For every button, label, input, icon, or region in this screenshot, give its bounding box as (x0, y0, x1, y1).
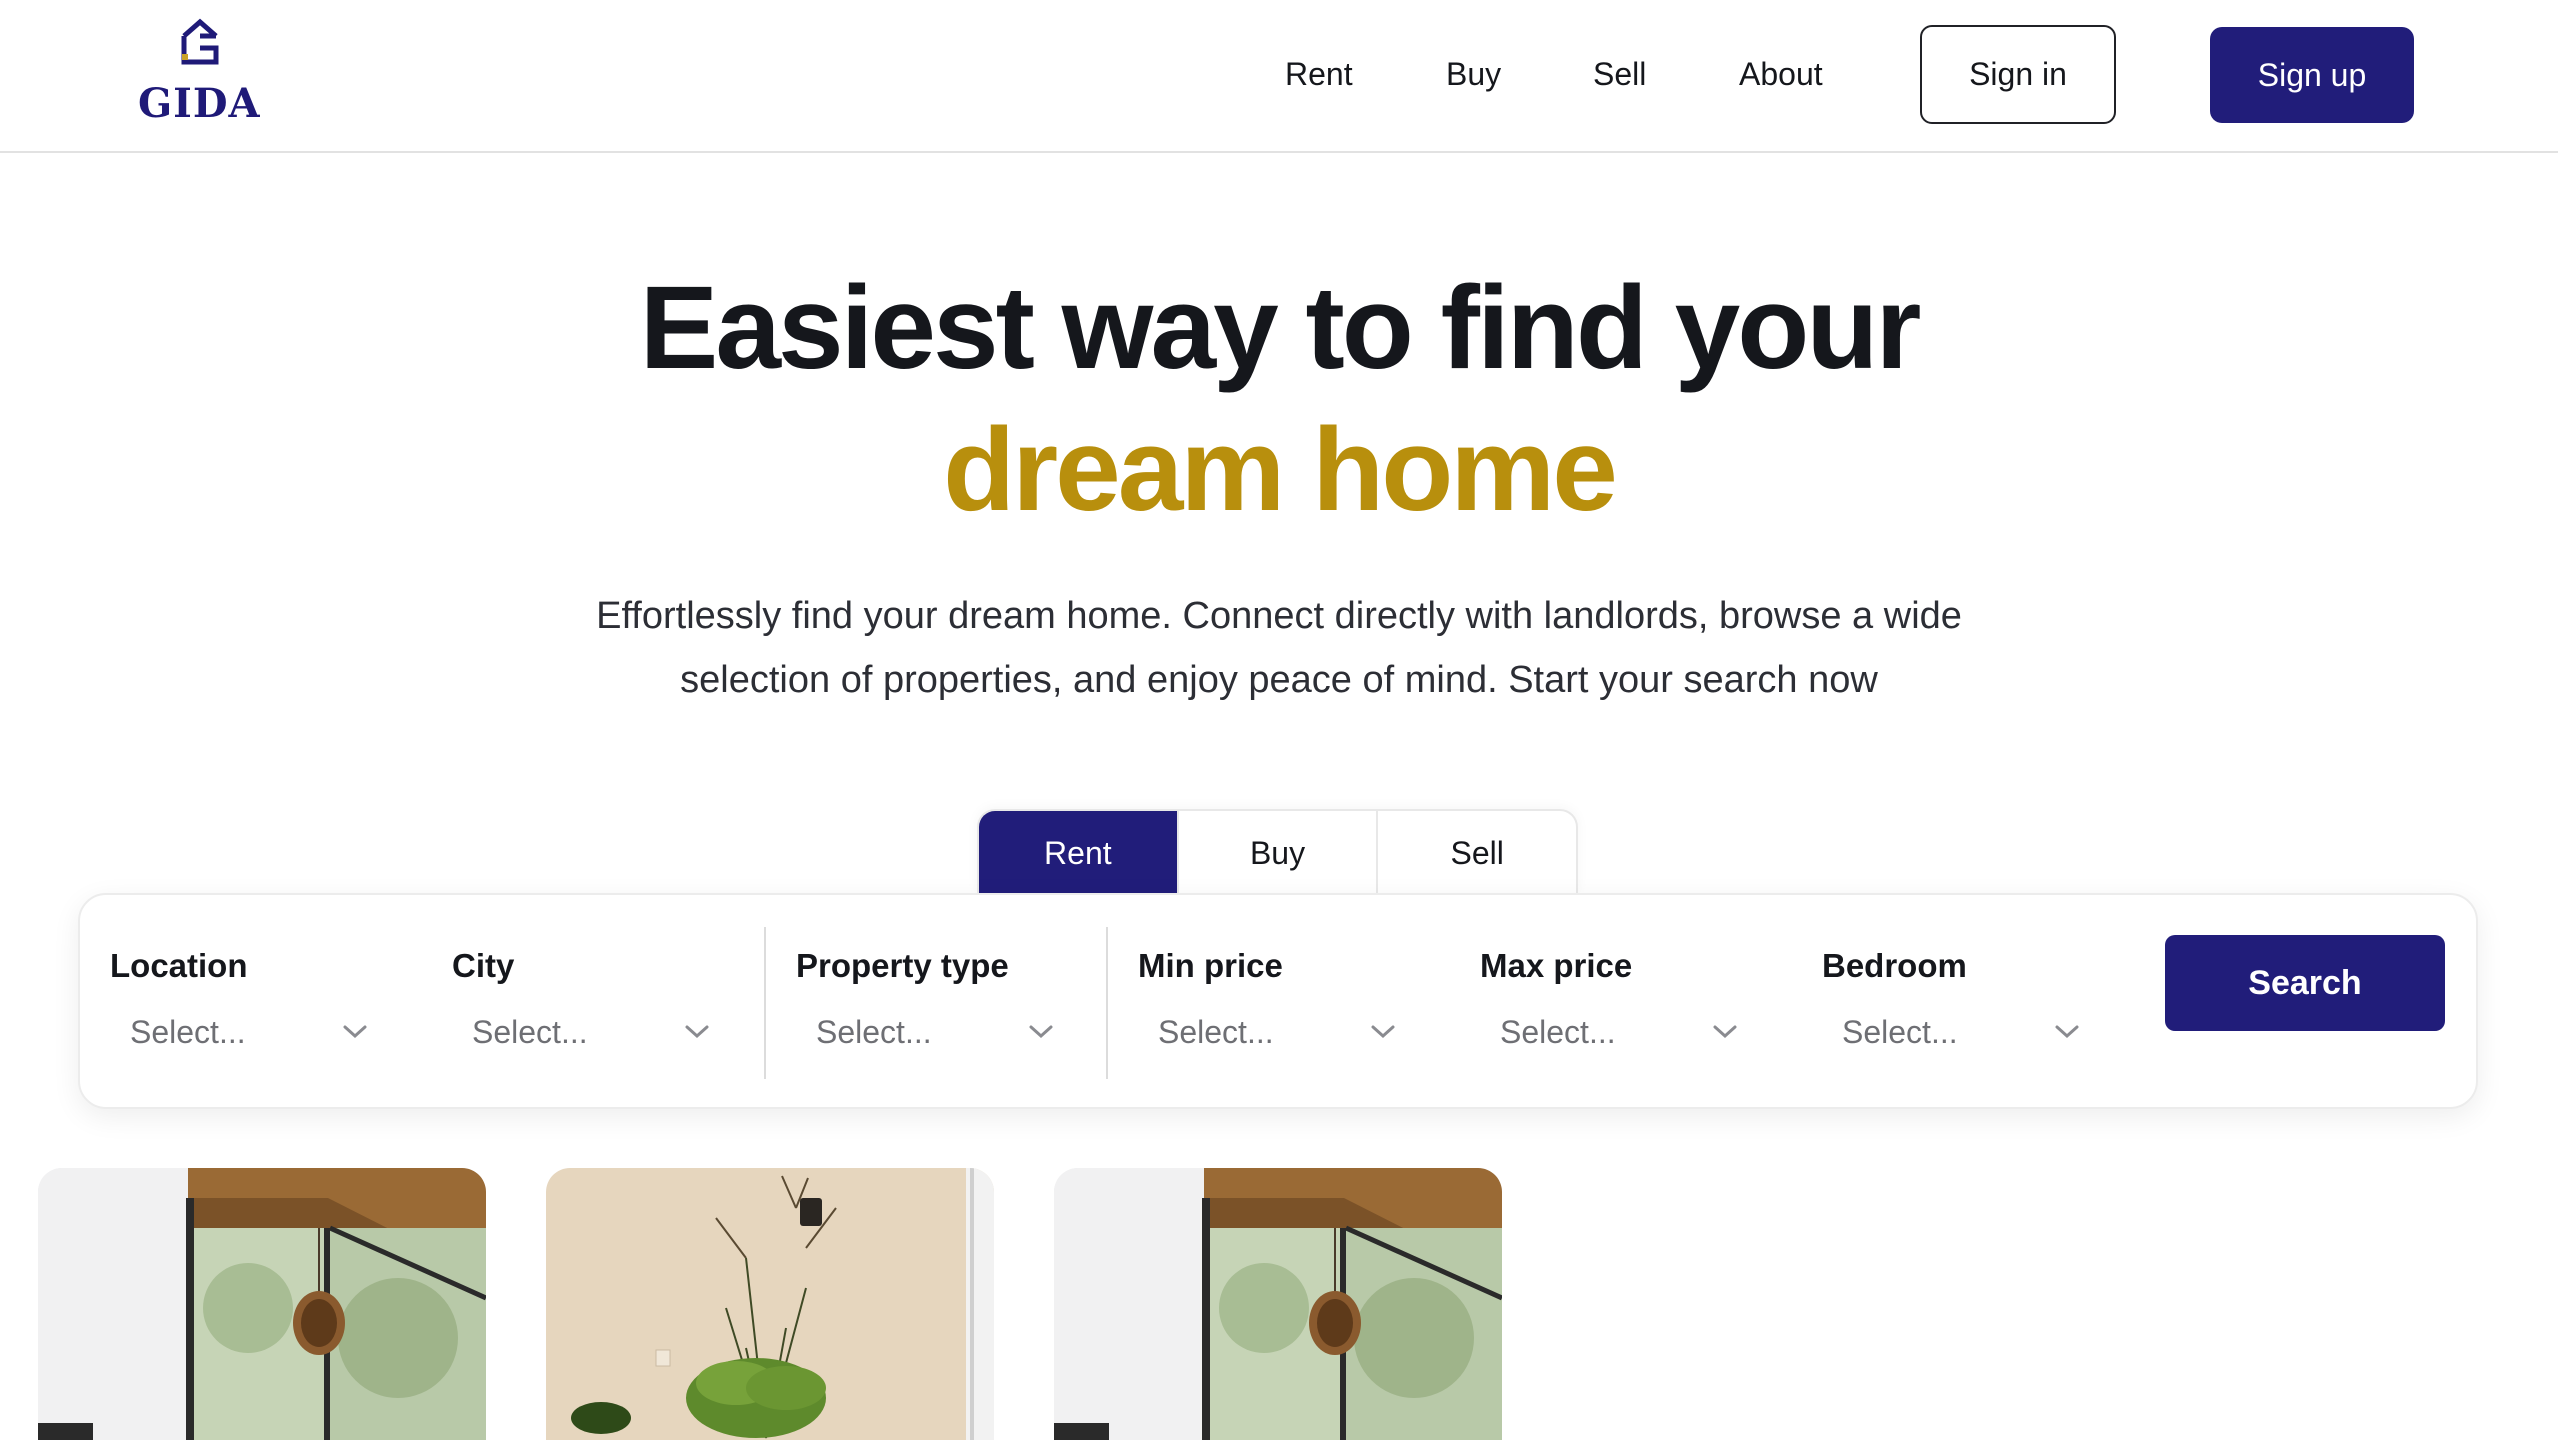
chevron-down-icon (1368, 1017, 1398, 1047)
nav-link-rent[interactable]: Rent (1285, 56, 1353, 93)
max-price-select[interactable]: Select... (1480, 1007, 1740, 1057)
nav-link-sell[interactable]: Sell (1593, 56, 1646, 93)
select-placeholder: Select... (1500, 1013, 1616, 1050)
hero-title-highlight: dream home (943, 404, 1618, 536)
property-type-select[interactable]: Select... (796, 1007, 1056, 1057)
select-placeholder: Select... (1842, 1013, 1958, 1050)
site-header: GIDA Rent Buy Sell About Sign in Sign up (0, 0, 2558, 153)
hero-subtitle: Effortlessly find your dream home. Conne… (596, 595, 1962, 701)
location-select[interactable]: Select... (110, 1007, 370, 1057)
chevron-down-icon (1710, 1017, 1740, 1047)
search-mode-tabs: Rent Buy Sell (977, 809, 1578, 895)
filter-label: Bedroom (1822, 947, 1967, 984)
house-g-logo-icon (181, 18, 219, 65)
select-placeholder: Select... (816, 1013, 932, 1050)
listing-card[interactable] (38, 1168, 486, 1440)
filter-label: Min price (1138, 947, 1283, 984)
sign-in-button[interactable]: Sign in (1920, 25, 2116, 124)
brand-logo[interactable]: GIDA (138, 18, 261, 127)
room-with-pendant-lamp-photo (1054, 1168, 1502, 1440)
chevron-down-icon (1026, 1017, 1056, 1047)
filter-label: City (452, 947, 515, 984)
chevron-down-icon (682, 1017, 712, 1047)
min-price-select[interactable]: Select... (1138, 1007, 1398, 1057)
listing-card[interactable] (1054, 1168, 1502, 1440)
listing-card[interactable] (546, 1168, 994, 1440)
filter-label: Location (110, 947, 248, 984)
search-filter-bar: Location Select... City Select... Proper… (78, 893, 2478, 1109)
bedroom-select[interactable]: Select... (1822, 1007, 2082, 1057)
filter-divider (1106, 927, 1108, 1079)
search-button[interactable]: Search (2165, 935, 2445, 1031)
nav-link-buy[interactable]: Buy (1446, 56, 1501, 93)
chevron-down-icon (340, 1017, 370, 1047)
select-placeholder: Select... (130, 1013, 246, 1050)
sign-up-button[interactable]: Sign up (2210, 27, 2414, 123)
select-placeholder: Select... (1158, 1013, 1274, 1050)
room-with-plants-photo (546, 1168, 994, 1440)
tab-buy[interactable]: Buy (1179, 811, 1379, 895)
city-select[interactable]: Select... (452, 1007, 712, 1057)
hero-title: Easiest way to find your (639, 262, 1922, 394)
tab-sell[interactable]: Sell (1378, 811, 1576, 895)
chevron-down-icon (2052, 1017, 2082, 1047)
room-with-pendant-lamp-photo (38, 1168, 486, 1440)
tab-rent[interactable]: Rent (979, 811, 1179, 895)
filter-label: Property type (796, 947, 1009, 984)
brand-name: GIDA (138, 80, 261, 127)
filter-label: Max price (1480, 947, 1633, 984)
select-placeholder: Select... (472, 1013, 588, 1050)
filter-divider (764, 927, 766, 1079)
nav-link-about[interactable]: About (1739, 56, 1823, 93)
